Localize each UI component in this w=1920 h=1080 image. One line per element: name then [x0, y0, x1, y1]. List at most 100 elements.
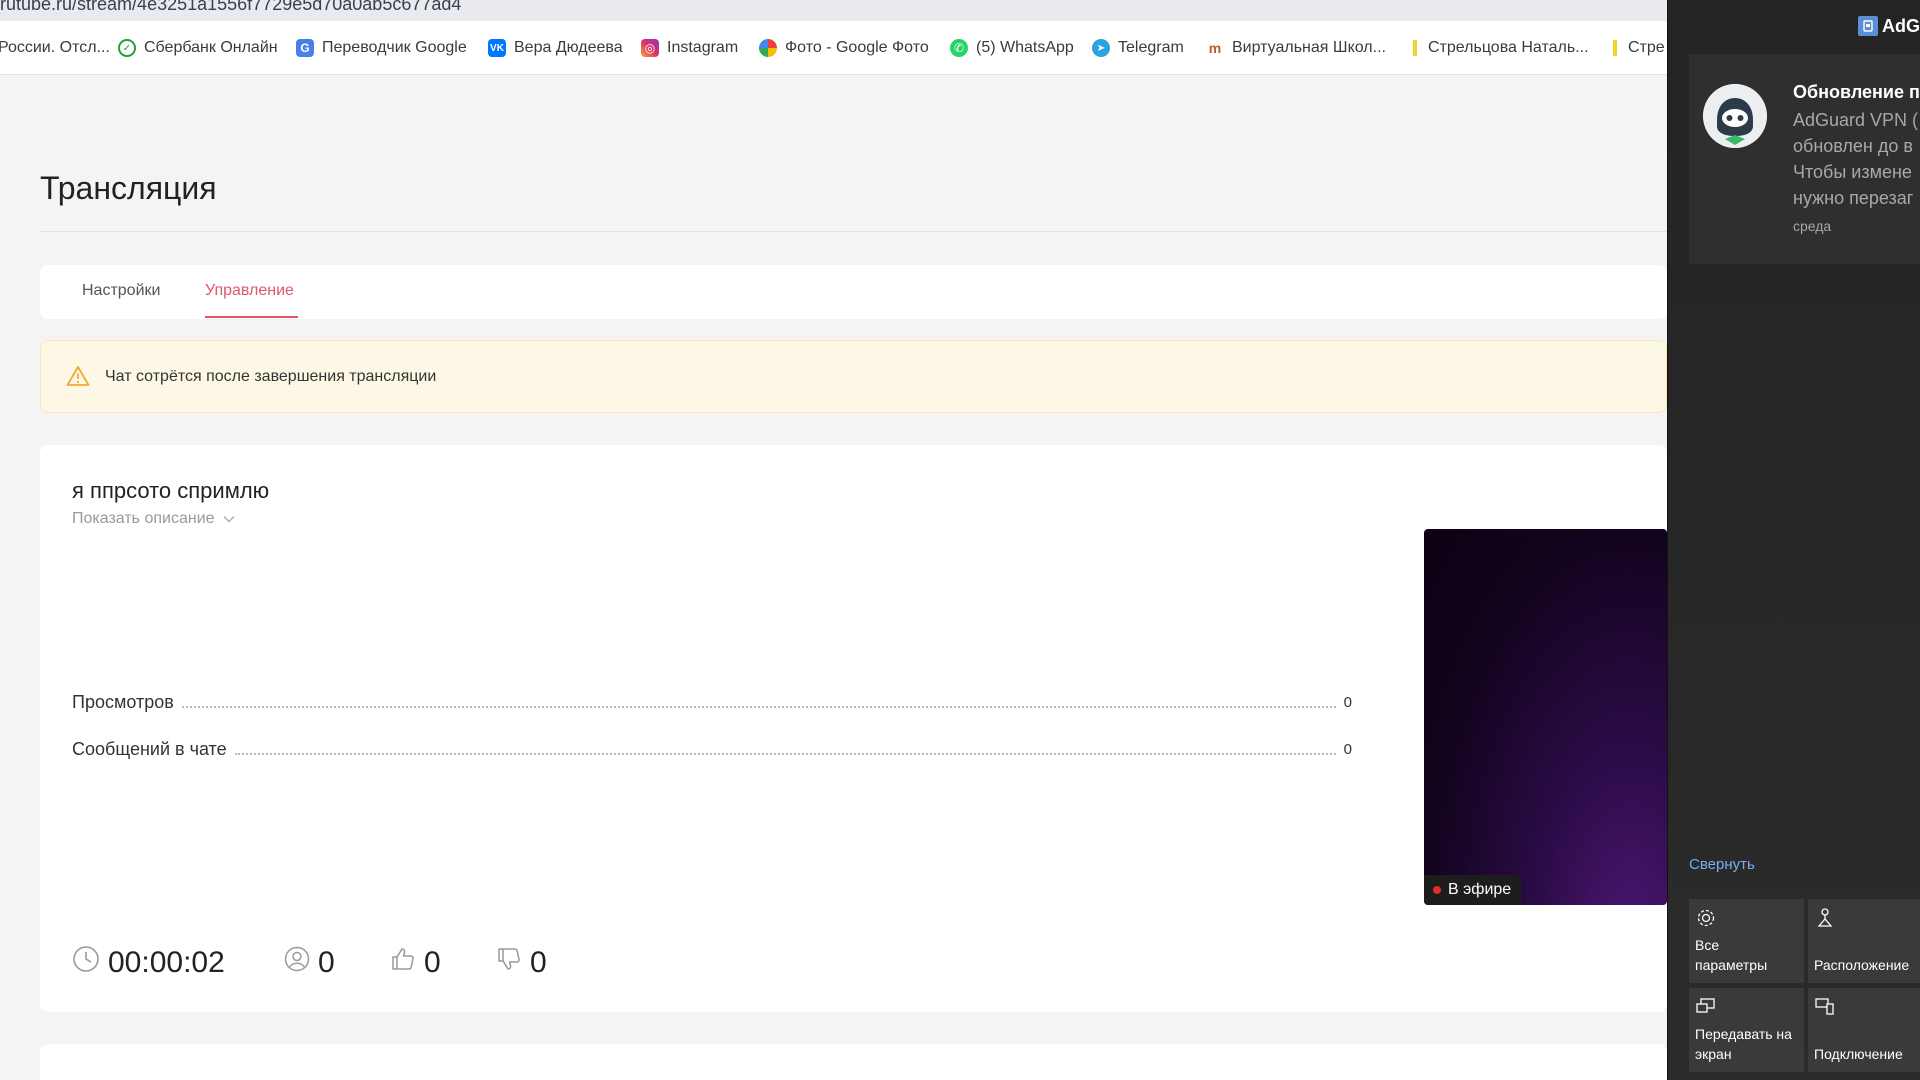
- quick-action-label: Все: [1695, 937, 1720, 953]
- project-icon: [1695, 996, 1717, 1023]
- quick-action-location[interactable]: Расположение: [1808, 899, 1920, 983]
- tabs-bar: Настройки Управление: [40, 265, 1667, 319]
- warning-icon: [66, 365, 90, 392]
- bookmark-item-streltsova[interactable]: Стрельцова Наталь...: [1410, 37, 1589, 59]
- bookmark-item-google-translate[interactable]: G Переводчик Google: [296, 37, 467, 59]
- divider: [40, 231, 1667, 232]
- live-badge: В эфире: [1424, 875, 1522, 905]
- viewers-value: 0: [318, 946, 335, 979]
- chat-warning-alert: Чат сотрётся после завершения трансляции: [40, 340, 1667, 413]
- bookmark-label: Telegram: [1118, 39, 1184, 56]
- connect-icon: [1814, 996, 1836, 1023]
- notification-line: нужно перезаг: [1793, 188, 1914, 208]
- url-text: rutube.ru/stream/4e3251a1556f7729e5d70a0…: [0, 0, 462, 14]
- bookmark-label: Фото - Google Фото: [785, 39, 929, 56]
- page-title: Трансляция: [40, 170, 217, 206]
- views-value: 0: [1343, 694, 1352, 711]
- location-icon: [1814, 907, 1836, 934]
- vk-icon: VK: [488, 39, 506, 57]
- notification-time: среда: [1793, 218, 1832, 234]
- bookmark-label: Сбербанк Онлайн: [144, 39, 278, 56]
- bookmark-item-whatsapp[interactable]: ✆ (5) WhatsApp: [950, 37, 1074, 59]
- bookmark-item-russia[interactable]: России. Отсл...: [0, 37, 110, 59]
- bookmark-label: Переводчик Google: [322, 39, 467, 56]
- quick-action-project[interactable]: Передавать на экран: [1689, 988, 1804, 1072]
- address-bar[interactable]: rutube.ru/stream/4e3251a1556f7729e5d70a0…: [0, 0, 1667, 21]
- show-description-toggle[interactable]: Показать описание: [72, 510, 235, 528]
- bookmark-item-google-photos[interactable]: Фото - Google Фото: [759, 37, 929, 59]
- adguard-robot-icon: [1703, 84, 1767, 148]
- active-tab-indicator: [205, 316, 298, 318]
- collapse-link[interactable]: Свернуть: [1689, 856, 1755, 873]
- live-label: В эфире: [1448, 881, 1512, 898]
- thumbs-down-icon: [496, 946, 530, 980]
- notification-line: обновлен до в: [1793, 136, 1913, 156]
- google-photos-icon: [759, 39, 777, 57]
- bookmark-icon: [1610, 39, 1620, 57]
- quick-action-label: Подключение: [1814, 1046, 1903, 1062]
- clock-icon: [72, 945, 108, 981]
- quick-action-label: Расположение: [1814, 957, 1910, 973]
- telegram-icon: ➤: [1092, 39, 1110, 57]
- notification-line: AdGuard VPN (: [1793, 110, 1919, 130]
- notification-line: Чтобы измене: [1793, 162, 1912, 182]
- notification-card[interactable]: Обновление п AdGuard VPN ( обновлен до в…: [1689, 54, 1920, 264]
- quick-action-label: параметры: [1695, 957, 1768, 973]
- dotted-leader: [234, 753, 1336, 755]
- dislikes-value: 0: [530, 946, 547, 979]
- notification-title: Обновление п: [1793, 82, 1920, 102]
- sberbank-icon: ✓: [118, 39, 136, 57]
- show-description-label: Показать описание: [72, 510, 215, 527]
- views-label: Просмотров: [72, 692, 174, 712]
- bookmark-item-sberbank[interactable]: ✓ Сбербанк Онлайн: [118, 37, 278, 59]
- likes-metric: 0: [390, 943, 441, 983]
- app-icon: [1858, 16, 1878, 36]
- bookmarks-bar: России. Отсл... ✓ Сбербанк Онлайн G Пере…: [0, 21, 1667, 75]
- bookmark-label: Вера Дюдеева: [514, 39, 623, 56]
- tab-management[interactable]: Управление: [205, 282, 294, 300]
- dislikes-metric: 0: [496, 943, 547, 983]
- quick-action-label: экран: [1695, 1046, 1732, 1062]
- whatsapp-icon: ✆: [950, 39, 968, 57]
- bookmark-label: Виртуальная Школ...: [1232, 39, 1386, 56]
- bookmark-item-stre[interactable]: Стре: [1610, 37, 1665, 59]
- bookmark-item-instagram[interactable]: ◎ Instagram: [641, 37, 738, 59]
- user-icon: [284, 946, 318, 980]
- bookmark-label: Instagram: [667, 39, 739, 56]
- action-center-panel: AdG Обновление п AdGuard VPN ( обновлен …: [1667, 0, 1920, 1080]
- quick-action-connect[interactable]: Подключение: [1808, 988, 1920, 1072]
- bookmark-item-vk[interactable]: VK Вера Дюдеева: [488, 37, 623, 59]
- bookmark-label: Стрельцова Наталь...: [1428, 39, 1589, 56]
- stream-card: я ппрсото спримлю Показать описание Прос…: [40, 445, 1667, 1012]
- live-dot-icon: [1433, 886, 1441, 894]
- viewers-metric: 0: [284, 943, 335, 983]
- alert-text: Чат сотрётся после завершения трансляции: [105, 368, 437, 385]
- bookmark-label: (5) WhatsApp: [976, 39, 1074, 56]
- stream-video-preview[interactable]: [1424, 529, 1667, 905]
- tab-settings[interactable]: Настройки: [82, 282, 160, 300]
- chat-messages-stat-row: Сообщений в чате 0: [72, 736, 1352, 760]
- bookmark-label: России. Отсл...: [0, 39, 110, 56]
- bookmark-item-virtual-school[interactable]: m Виртуальная Школ...: [1206, 37, 1386, 59]
- school-icon: m: [1208, 40, 1222, 56]
- thumbs-up-icon: [390, 946, 424, 980]
- secondary-card: [40, 1044, 1667, 1080]
- quick-action-label: Передавать на: [1695, 1026, 1792, 1042]
- duration-value: 00:00:02: [108, 946, 225, 979]
- translate-icon: G: [296, 39, 314, 57]
- dotted-leader: [181, 706, 1336, 708]
- likes-value: 0: [424, 946, 441, 979]
- gear-icon: [1695, 907, 1717, 934]
- chat-messages-value: 0: [1343, 741, 1352, 758]
- app-name: AdG: [1882, 16, 1920, 36]
- bookmark-icon: [1410, 39, 1420, 57]
- bookmark-label: Стре: [1628, 39, 1665, 56]
- chat-messages-label: Сообщений в чате: [72, 739, 227, 759]
- duration-metric: 00:00:02: [72, 943, 225, 983]
- bookmark-item-telegram[interactable]: ➤ Telegram: [1092, 37, 1184, 59]
- quick-action-all-settings[interactable]: Все параметры: [1689, 899, 1804, 983]
- stream-title: я ппрсото спримлю: [72, 478, 270, 503]
- instagram-icon: ◎: [641, 39, 659, 57]
- views-stat-row: Просмотров 0: [72, 689, 1352, 713]
- chevron-down-icon: [223, 510, 235, 528]
